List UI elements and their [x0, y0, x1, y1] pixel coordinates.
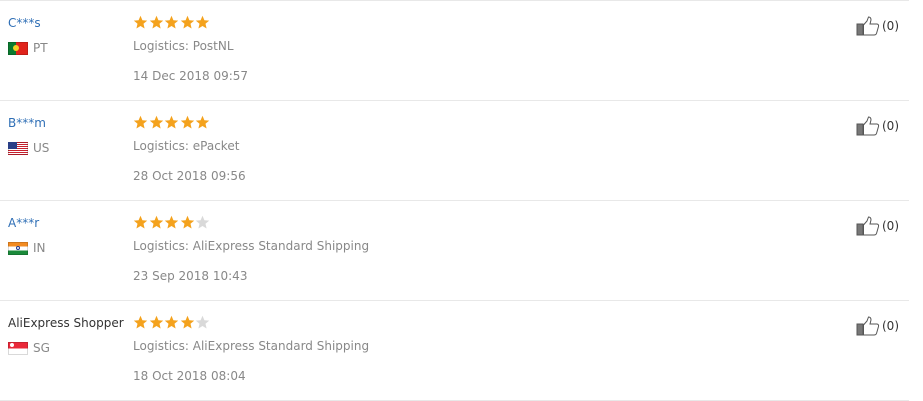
star-rating — [133, 315, 211, 330]
star-filled-icon — [133, 315, 148, 330]
helpful-count: (0) — [882, 119, 899, 133]
star-filled-icon — [133, 215, 148, 230]
star-empty-icon — [195, 215, 210, 230]
helpful-count: (0) — [882, 19, 899, 33]
helpful-count: (0) — [882, 319, 899, 333]
india-flag-icon — [8, 241, 28, 255]
star-filled-icon — [164, 15, 179, 30]
star-filled-icon — [180, 115, 195, 130]
star-filled-icon — [149, 315, 164, 330]
star-filled-icon — [180, 315, 195, 330]
reviewer-name[interactable]: B***m — [8, 116, 46, 130]
thumbs-up-icon — [856, 16, 880, 36]
star-rating — [133, 115, 211, 130]
star-filled-icon — [149, 215, 164, 230]
review-item: AliExpress Shopper SG Logistics: AliExpr… — [0, 300, 909, 401]
thumbs-up-icon — [856, 216, 880, 236]
thumbs-up-icon — [856, 316, 880, 336]
star-filled-icon — [133, 15, 148, 30]
reviewer-country: SG — [8, 341, 50, 355]
star-filled-icon — [180, 215, 195, 230]
reviewer-name[interactable]: C***s — [8, 16, 41, 30]
reviewer-name[interactable]: A***r — [8, 216, 39, 230]
star-filled-icon — [164, 115, 179, 130]
review-item: B***m US Logistics: ePacket 28 Oct 2018 … — [0, 100, 909, 200]
star-empty-icon — [195, 315, 210, 330]
review-item: C***s PT Logistics: PostNL 14 Dec 2018 0… — [0, 0, 909, 100]
helpful-button[interactable]: (0) — [856, 116, 899, 136]
country-code: SG — [33, 341, 50, 355]
logistics-text: Logistics: AliExpress Standard Shipping — [133, 339, 370, 353]
logistics-text: Logistics: AliExpress Standard Shipping — [133, 239, 370, 253]
star-filled-icon — [149, 15, 164, 30]
star-filled-icon — [133, 115, 148, 130]
review-date: 14 Dec 2018 09:57 — [133, 69, 249, 83]
logistics-text: Logistics: PostNL — [133, 39, 234, 53]
star-rating — [133, 15, 211, 30]
star-filled-icon — [164, 315, 179, 330]
star-filled-icon — [164, 215, 179, 230]
reviewer-country: IN — [8, 241, 46, 255]
helpful-button[interactable]: (0) — [856, 16, 899, 36]
star-filled-icon — [195, 115, 210, 130]
portugal-flag-icon — [8, 41, 28, 55]
logistics-text: Logistics: ePacket — [133, 139, 240, 153]
review-date: 18 Oct 2018 08:04 — [133, 369, 246, 383]
country-code: PT — [33, 41, 48, 55]
reviewer-name: AliExpress Shopper — [8, 316, 124, 330]
thumbs-up-icon — [856, 116, 880, 136]
review-date: 28 Oct 2018 09:56 — [133, 169, 246, 183]
singapore-flag-icon — [8, 341, 28, 355]
helpful-count: (0) — [882, 219, 899, 233]
review-date: 23 Sep 2018 10:43 — [133, 269, 248, 283]
star-filled-icon — [195, 15, 210, 30]
country-code: US — [33, 141, 50, 155]
helpful-button[interactable]: (0) — [856, 216, 899, 236]
reviewer-country: US — [8, 141, 49, 155]
united-states-flag-icon — [8, 141, 28, 155]
star-rating — [133, 215, 211, 230]
country-code: IN — [33, 241, 46, 255]
review-item: A***r IN Logistics: AliExpress Standard … — [0, 200, 909, 300]
star-filled-icon — [180, 15, 195, 30]
helpful-button[interactable]: (0) — [856, 316, 899, 336]
reviewer-country: PT — [8, 41, 48, 55]
review-list: C***s PT Logistics: PostNL 14 Dec 2018 0… — [0, 0, 923, 401]
star-filled-icon — [149, 115, 164, 130]
